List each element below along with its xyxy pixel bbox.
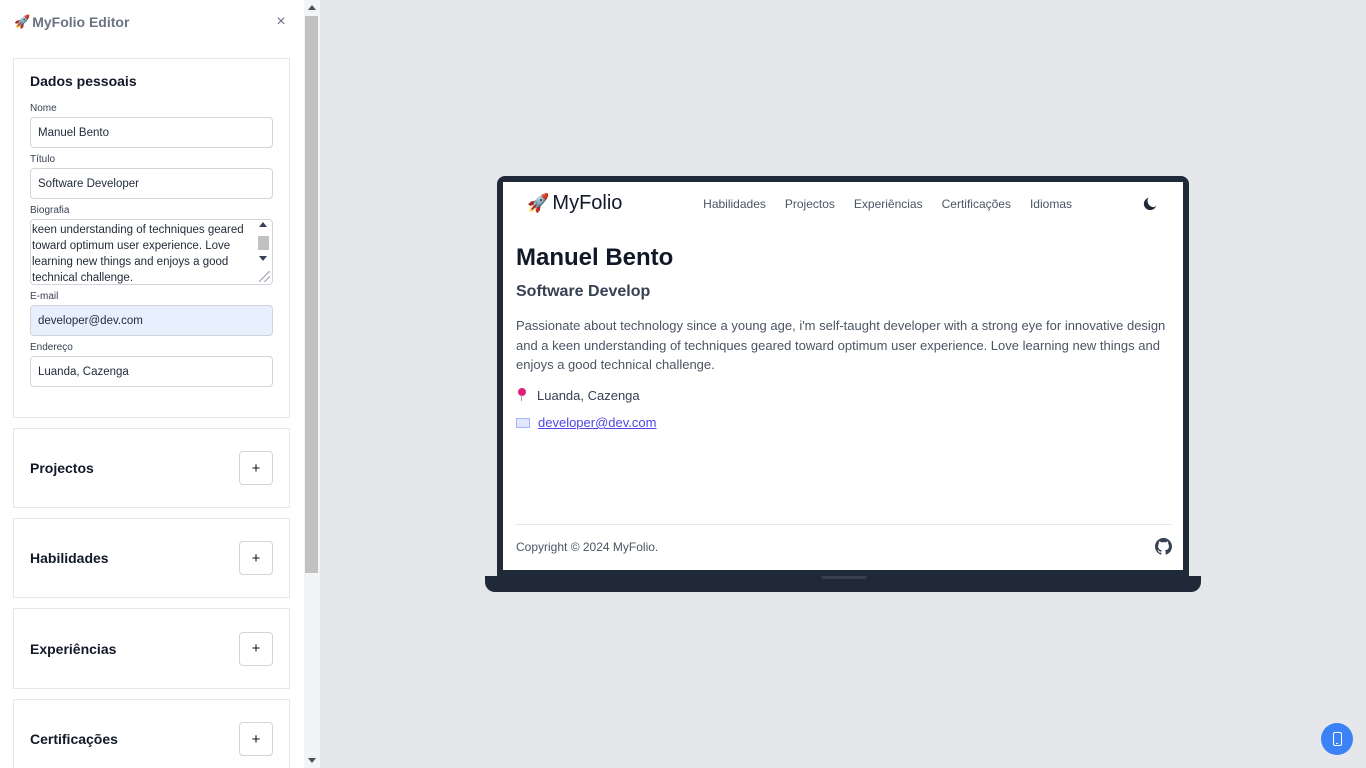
- preview-location-text: Luanda, Cazenga: [537, 387, 640, 403]
- email-input[interactable]: developer@dev.com: [30, 305, 273, 336]
- nav-link-certifications[interactable]: Certificações: [942, 197, 1011, 211]
- scroll-up-icon[interactable]: [259, 222, 267, 227]
- skills-title: Habilidades: [30, 550, 109, 566]
- scroll-up-icon[interactable]: [308, 5, 316, 10]
- address-input[interactable]: Luanda, Cazenga: [30, 356, 273, 387]
- moon-icon[interactable]: [1141, 195, 1159, 213]
- bio-text: keen understanding of techniques geared …: [32, 224, 244, 284]
- close-icon[interactable]: ×: [272, 13, 290, 31]
- rocket-icon: 🚀: [527, 193, 550, 213]
- add-project-button[interactable]: +: [239, 451, 273, 485]
- preview-title: Software Developer: [516, 283, 650, 300]
- preview-copyright: Copyright © 2024 MyFolio.: [516, 540, 659, 554]
- nav-link-projects[interactable]: Projectos: [785, 197, 835, 211]
- preview-nav-links: Habilidades Projectos Experiências Certi…: [703, 197, 1072, 211]
- email-label: E-mail: [30, 291, 59, 302]
- add-certification-button[interactable]: +: [239, 722, 273, 756]
- envelope-icon: [516, 417, 530, 428]
- editor-brand-label: MyFolio Editor: [32, 14, 130, 30]
- preview-email-link[interactable]: developer@dev.com: [538, 415, 656, 430]
- scroll-down-icon[interactable]: [308, 758, 316, 763]
- editor-header: 🚀 MyFolio Editor ×: [0, 0, 304, 44]
- bio-textarea[interactable]: keen understanding of techniques geared …: [30, 219, 273, 285]
- phone-icon: [1332, 732, 1342, 746]
- github-icon[interactable]: [1155, 538, 1172, 555]
- nav-link-experiences[interactable]: Experiências: [854, 197, 923, 211]
- nav-link-skills[interactable]: Habilidades: [703, 197, 766, 211]
- laptop-notch: [821, 576, 867, 579]
- bio-label: Biografia: [30, 205, 70, 216]
- mobile-preview-button[interactable]: [1321, 723, 1353, 755]
- editor-sidebar: 🚀 MyFolio Editor × Dados pessoais Nome M…: [0, 0, 304, 768]
- address-label: Endereço: [30, 342, 73, 353]
- bio-scroll-thumb[interactable]: [258, 236, 269, 250]
- projects-title: Projectos: [30, 460, 94, 476]
- rocket-icon: 🚀: [14, 14, 31, 29]
- skills-panel: Habilidades +: [13, 518, 290, 598]
- experiences-panel: Experiências +: [13, 608, 290, 689]
- sidebar-scrollbar[interactable]: [304, 0, 320, 768]
- name-input[interactable]: Manuel Bento: [30, 117, 273, 148]
- preview-navbar: 🚀 MyFolio Habilidades Projectos Experiên…: [503, 182, 1183, 226]
- name-label: Nome: [30, 103, 57, 114]
- nav-link-languages[interactable]: Idiomas: [1030, 197, 1072, 211]
- preview-name: Manuel Bento: [516, 244, 674, 271]
- scroll-down-icon[interactable]: [259, 256, 267, 261]
- preview-footer: Copyright © 2024 MyFolio.: [515, 524, 1172, 555]
- add-experience-button[interactable]: +: [239, 631, 273, 666]
- personal-data-title: Dados pessoais: [30, 73, 137, 89]
- personal-data-panel: Dados pessoais Nome Manuel Bento Título …: [13, 58, 290, 418]
- preview-bio: Passionate about technology since a youn…: [516, 318, 1166, 372]
- preview-logo[interactable]: 🚀 MyFolio: [527, 192, 622, 215]
- sidebar-scroll-thumb[interactable]: [305, 16, 318, 573]
- experiences-title: Experiências: [30, 640, 117, 657]
- add-skill-button[interactable]: +: [239, 541, 273, 575]
- preview-logo-label: MyFolio: [552, 192, 623, 214]
- preview-location: Luanda, Cazenga: [516, 387, 640, 403]
- projects-panel: Projectos +: [13, 428, 290, 508]
- resize-handle-icon[interactable]: [259, 271, 270, 282]
- editor-brand: 🚀 MyFolio Editor: [14, 14, 129, 30]
- pin-icon: [516, 387, 529, 403]
- portfolio-preview: 🚀 MyFolio Habilidades Projectos Experiên…: [503, 182, 1183, 570]
- preview-email: developer@dev.com: [516, 415, 656, 430]
- certifications-panel: Certificações +: [13, 699, 290, 768]
- bio-scrollbar[interactable]: [257, 222, 270, 270]
- certifications-title: Certificações: [30, 731, 118, 747]
- title-label: Título: [30, 154, 56, 165]
- title-input[interactable]: Software Developer: [30, 168, 273, 199]
